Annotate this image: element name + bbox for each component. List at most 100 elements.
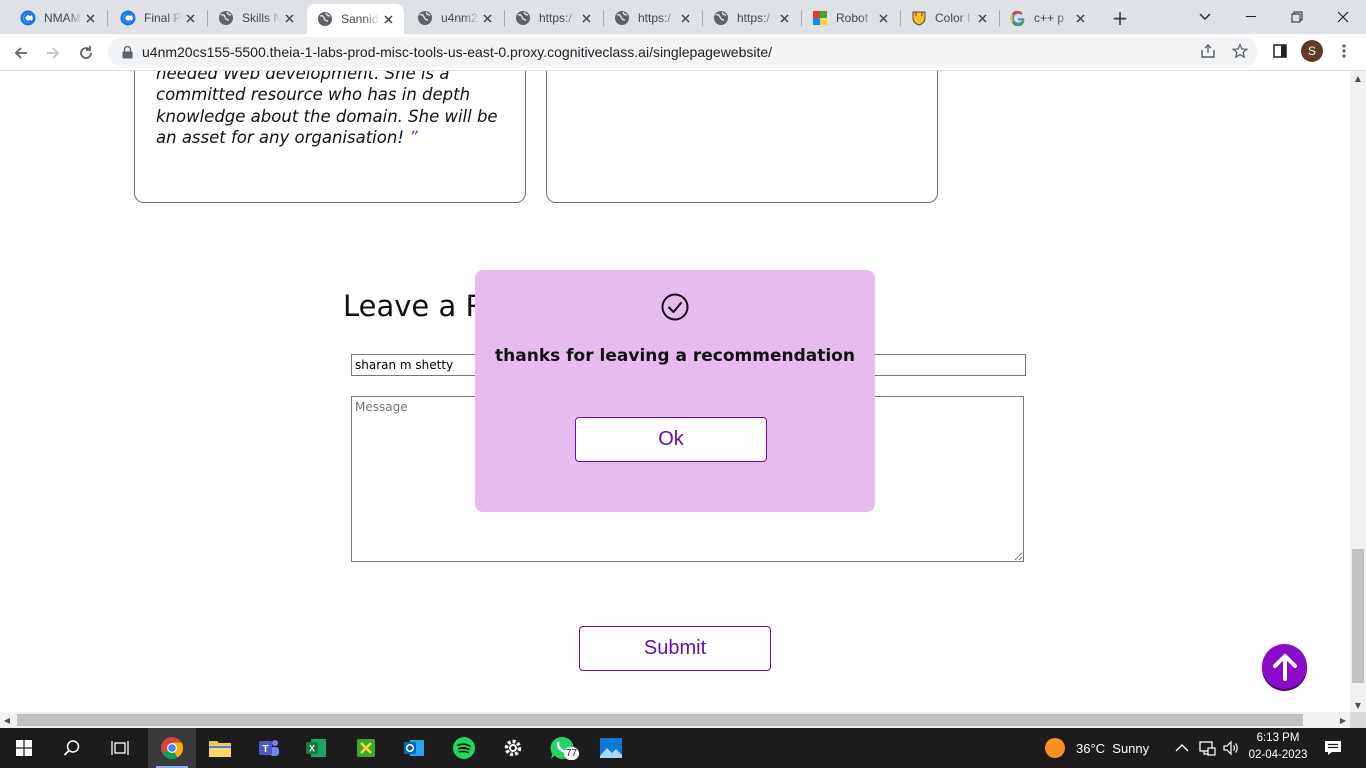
restore-button[interactable] (1274, 0, 1320, 34)
weather-text: 36°C Sunny (1076, 740, 1150, 756)
browser-tab[interactable]: u4nm2 (407, 4, 503, 32)
globe-icon (713, 10, 729, 26)
globe-icon (317, 11, 333, 27)
tab-title: c++ p (1034, 11, 1065, 25)
whatsapp-icon[interactable]: 77 (538, 728, 586, 768)
tab-search-icon[interactable] (1182, 0, 1228, 34)
close-tab-icon[interactable] (82, 10, 98, 26)
browser-tab[interactable]: Robot (802, 4, 899, 32)
close-tab-icon[interactable] (182, 10, 198, 26)
tab-title: Final P (144, 11, 182, 25)
system-clock[interactable]: 6:13 PM 02-04-2023 (1240, 730, 1316, 764)
taskbar-chrome-icon[interactable] (148, 728, 196, 768)
google-icon (1010, 10, 1026, 26)
side-panel-icon[interactable] (1270, 41, 1290, 61)
clock-date: 02-04-2023 (1248, 749, 1308, 761)
chevron-up-icon[interactable] (1175, 728, 1189, 768)
globe-icon (417, 10, 433, 26)
close-tab-icon[interactable] (380, 11, 396, 27)
search-icon[interactable] (48, 728, 96, 768)
spotify-icon[interactable] (440, 728, 488, 768)
tab-title: Skills N (242, 11, 281, 25)
snipping-tool-icon[interactable] (342, 728, 390, 768)
globe-icon (614, 10, 630, 26)
scroll-down-arrow-icon[interactable]: ▼ (1350, 698, 1366, 712)
menu-kebab-icon[interactable] (1334, 41, 1354, 61)
weather-widget[interactable]: 36°C Sunny (1044, 728, 1149, 768)
ok-button[interactable]: Ok (575, 417, 767, 462)
close-tab-icon[interactable] (1072, 10, 1088, 26)
scroll-to-top-button[interactable] (1262, 644, 1307, 689)
tab-title: https:/ (737, 11, 770, 25)
network-icon[interactable] (1198, 728, 1216, 768)
outlook-icon[interactable] (390, 728, 438, 768)
close-tab-icon[interactable] (578, 10, 594, 26)
browser-tab[interactable]: Skills N (208, 4, 305, 32)
browser-tab[interactable]: https:/ (703, 4, 800, 32)
browser-tab[interactable]: https:/ (505, 4, 602, 32)
windows-start-icon[interactable] (0, 728, 48, 768)
profile-avatar[interactable]: S (1301, 40, 1323, 62)
notification-badge: 77 (564, 747, 580, 760)
volume-icon[interactable] (1222, 728, 1240, 768)
scroll-up-arrow-icon[interactable]: ▲ (1350, 71, 1366, 85)
browser-tab[interactable]: NMAM (10, 4, 106, 32)
submit-button[interactable]: Submit (579, 626, 771, 671)
taskbar: T X 77 36°C Sunny 6:13 PM 02-04-2023 (0, 728, 1366, 768)
modal-message: thanks for leaving a recommendation (495, 346, 855, 366)
browser-tab[interactable]: Sannid (307, 4, 404, 34)
address-bar[interactable]: u4nm20cs155-5500.theia-1-labs-prod-misc-… (108, 37, 1258, 67)
vertical-scrollbar[interactable]: ▲ ▼ (1350, 71, 1366, 712)
close-window-button[interactable] (1320, 0, 1366, 34)
vertical-scroll-thumb[interactable] (1352, 549, 1364, 683)
sun-icon (1045, 738, 1065, 758)
chrome-icon (120, 10, 136, 26)
bookmark-star-icon[interactable] (1230, 41, 1250, 61)
new-tab-button[interactable]: + (1108, 6, 1132, 30)
close-tab-icon[interactable] (479, 10, 495, 26)
svg-text:X: X (309, 744, 315, 754)
close-tab-icon[interactable] (776, 10, 792, 26)
tab-title: Color I (935, 11, 971, 25)
tab-strip: NMAM Final P Skills N Sannid u4nm2 https:/ htt… (0, 0, 1366, 34)
minimize-button[interactable] (1228, 0, 1274, 34)
tab-title: https:/ (638, 11, 671, 25)
tab-title: NMAM (44, 11, 81, 25)
browser-tab[interactable]: Color I (901, 4, 998, 32)
share-icon[interactable] (1198, 41, 1218, 61)
chrome-icon (20, 10, 36, 26)
tab-separator (107, 10, 108, 26)
scroll-left-arrow-icon[interactable]: ◀ (0, 712, 14, 728)
svg-text:T: T (262, 744, 268, 755)
file-explorer-icon[interactable] (196, 728, 244, 768)
close-tab-icon[interactable] (281, 10, 297, 26)
settings-gear-icon[interactable] (489, 728, 537, 768)
lock-icon[interactable] (120, 45, 134, 59)
recommendation-quote: the initial phase of our venture which n… (156, 71, 498, 148)
notification-center-icon[interactable] (1324, 728, 1342, 768)
forward-button[interactable] (40, 40, 66, 66)
scroll-right-arrow-icon[interactable]: ▶ (1336, 712, 1350, 728)
photos-icon[interactable] (587, 728, 635, 768)
close-tab-icon[interactable] (974, 10, 990, 26)
recommendation-card-empty (546, 71, 938, 203)
excel-icon[interactable]: X (292, 728, 340, 768)
browser-tab[interactable]: https:/ (604, 4, 701, 32)
task-view-icon[interactable] (96, 728, 144, 768)
browser-tab[interactable]: Final P (110, 4, 206, 32)
reload-button[interactable] (73, 40, 99, 66)
tab-title: Robot (836, 11, 869, 25)
url-text: u4nm20cs155-5500.theia-1-labs-prod-misc-… (142, 44, 773, 60)
close-tab-icon[interactable] (875, 10, 891, 26)
robot-icon (812, 10, 828, 26)
tab-title: https:/ (539, 11, 572, 25)
close-tab-icon[interactable] (677, 10, 693, 26)
shield-icon (911, 10, 927, 26)
page-viewport: the initial phase of our venture which n… (0, 71, 1350, 712)
browser-tab[interactable]: c++ p (1000, 4, 1096, 32)
horizontal-scrollbar[interactable]: ◀ ▶ (0, 712, 1350, 728)
horizontal-scroll-thumb[interactable] (17, 714, 1303, 726)
closing-quote-mark: ” (409, 128, 418, 148)
teams-icon[interactable]: T (244, 728, 292, 768)
back-button[interactable] (8, 40, 34, 66)
